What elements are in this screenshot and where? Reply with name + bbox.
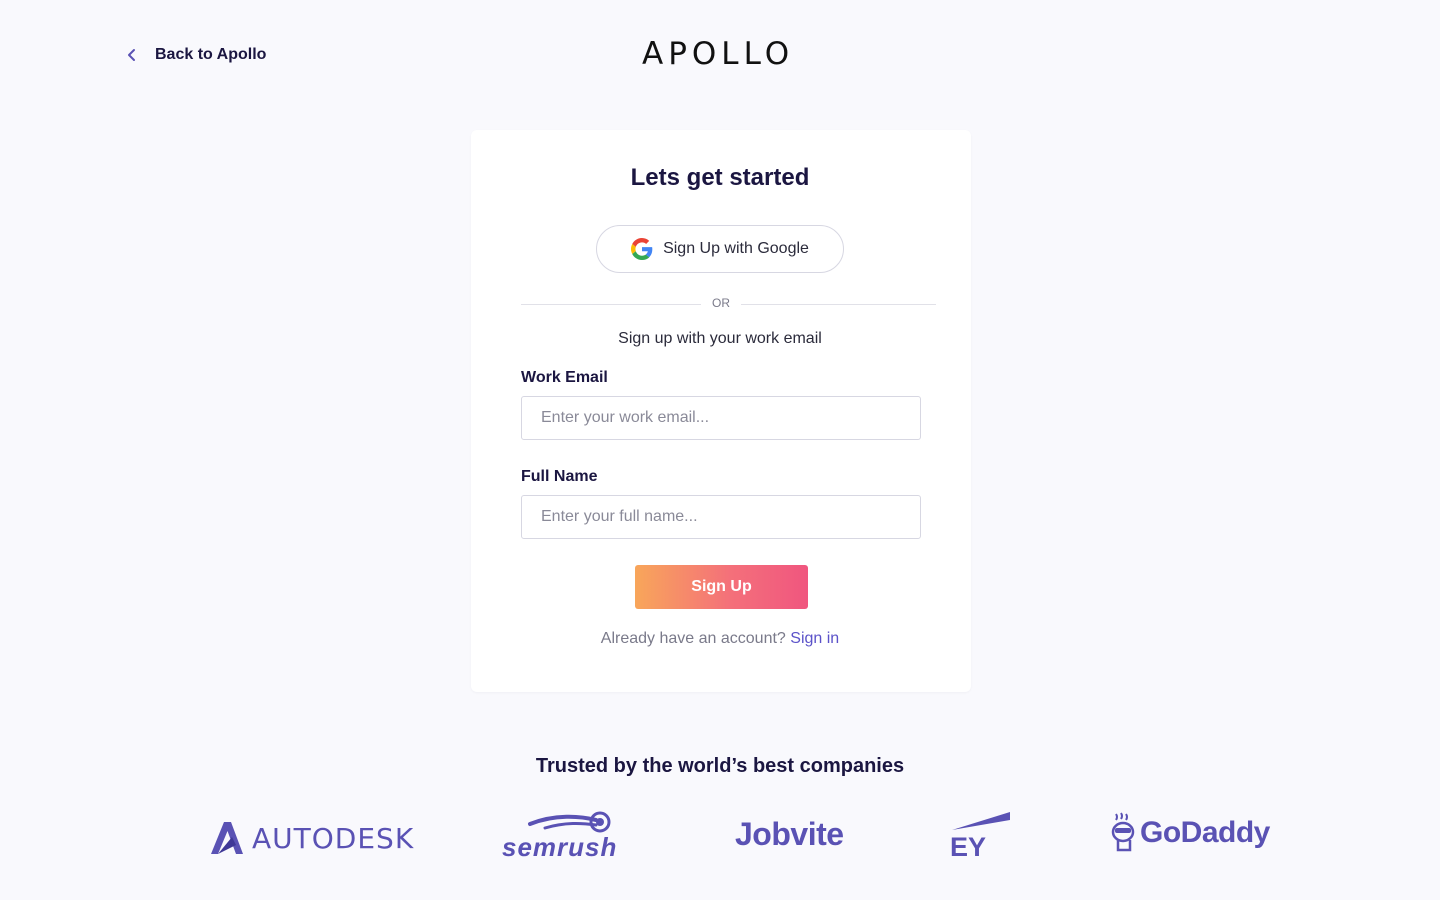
godaddy-logo: GoDaddy bbox=[1110, 812, 1270, 854]
work-email-label: Work Email bbox=[521, 369, 608, 386]
signin-prompt: Already have an account? bbox=[600, 630, 786, 647]
ey-logo: EY bbox=[950, 810, 1015, 865]
sign-in-link[interactable]: Sign in bbox=[790, 630, 839, 647]
work-email-field[interactable] bbox=[521, 396, 921, 440]
google-icon bbox=[631, 238, 653, 260]
godaddy-wordmark: GoDaddy bbox=[1140, 816, 1270, 849]
divider-text: OR bbox=[712, 296, 730, 310]
google-signup-button[interactable]: Sign Up with Google bbox=[596, 225, 844, 273]
work-email-subtitle: Sign up with your work email bbox=[618, 330, 822, 347]
apollo-logo-text: APOLLO bbox=[642, 36, 795, 72]
signin-row: Already have an account? Sign in bbox=[0, 630, 1440, 648]
sign-up-button[interactable]: Sign Up bbox=[635, 565, 808, 609]
full-name-field[interactable] bbox=[521, 495, 921, 539]
ey-wordmark: EY bbox=[950, 832, 987, 862]
semrush-wordmark: semrush bbox=[502, 832, 618, 862]
jobvite-wordmark: Jobvite bbox=[735, 816, 844, 852]
jobvite-logo: Jobvite bbox=[735, 816, 844, 853]
divider-line-right bbox=[741, 304, 936, 305]
or-divider: OR bbox=[521, 294, 936, 314]
page-title: Lets get started bbox=[630, 164, 810, 191]
back-to-apollo-link[interactable]: Back to Apollo bbox=[125, 42, 266, 68]
apollo-logo[interactable]: APOLLO bbox=[642, 36, 802, 72]
top-bar: Back to Apollo APOLLO bbox=[0, 0, 1440, 110]
company-logos: AUTODESK semrush Jobvite EY GoDaddy bbox=[0, 800, 1440, 870]
autodesk-wordmark: AUTODESK bbox=[252, 821, 415, 855]
chevron-left-icon bbox=[125, 48, 139, 62]
google-button-label: Sign Up with Google bbox=[663, 240, 809, 257]
trusted-heading: Trusted by the world’s best companies bbox=[535, 755, 905, 777]
full-name-label: Full Name bbox=[521, 468, 598, 485]
semrush-logo: semrush bbox=[500, 810, 640, 862]
divider-line-left bbox=[521, 304, 701, 305]
back-label: Back to Apollo bbox=[155, 46, 267, 63]
ey-beam-icon bbox=[952, 812, 1010, 830]
godaddy-buddy-icon bbox=[1111, 812, 1135, 852]
autodesk-mark-icon bbox=[211, 822, 243, 854]
autodesk-logo: AUTODESK bbox=[210, 818, 414, 858]
